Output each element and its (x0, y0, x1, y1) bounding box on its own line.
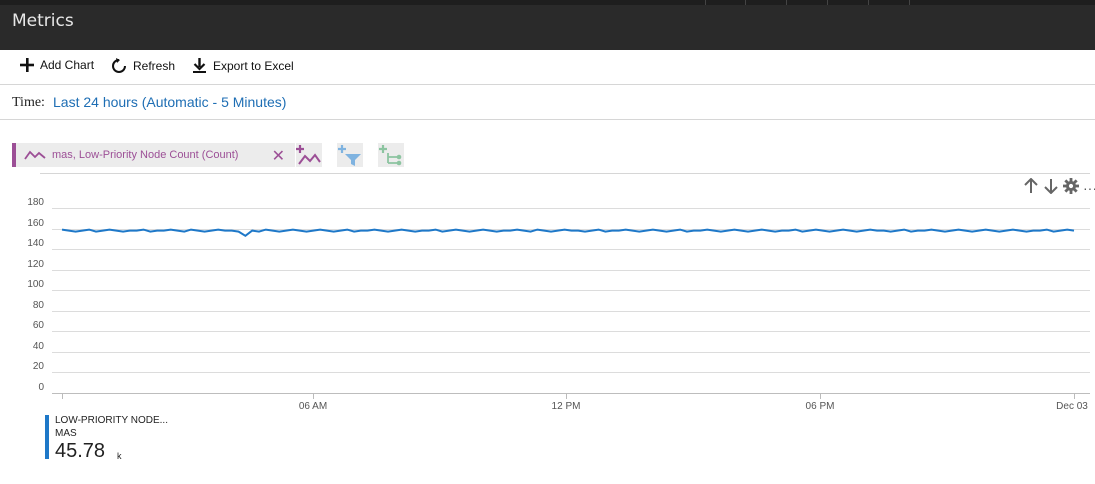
legend-value: 45.78 (55, 440, 106, 462)
header-divider (786, 0, 787, 5)
add-filter-button[interactable] (337, 143, 363, 167)
gridline (52, 249, 1090, 250)
filter-add-icon (338, 145, 361, 166)
y-tick-label: 20 (32, 361, 44, 372)
split-add-icon (379, 145, 402, 166)
metric-chip[interactable]: mas, Low-Priority Node Count (Count) ✕ (12, 143, 295, 167)
plus-icon (20, 58, 34, 72)
download-icon (193, 58, 206, 73)
x-tick-mark (1074, 393, 1075, 399)
x-axis-line (52, 393, 1090, 394)
export-label: Export to Excel (213, 58, 294, 73)
x-tick-label: 12 PM (551, 401, 581, 412)
line-chart-add-icon (296, 145, 321, 165)
apply-splitting-button[interactable] (378, 143, 404, 167)
y-tick-label: 0 (38, 382, 44, 393)
close-icon[interactable]: ✕ (272, 146, 285, 166)
x-tick-mark (566, 393, 567, 399)
more-icon[interactable]: ··· (1083, 180, 1095, 196)
gridline (52, 331, 1090, 332)
top-strip (0, 0, 1095, 5)
blade-header: Metrics (0, 0, 1095, 50)
legend-color-bar (45, 415, 49, 459)
move-up-button[interactable] (1024, 177, 1038, 199)
gear-icon (1063, 178, 1079, 194)
refresh-button[interactable]: Refresh (111, 58, 175, 74)
header-divider (705, 0, 706, 5)
x-tick-label: Dec 03 (1056, 401, 1088, 412)
y-tick-label: 40 (32, 341, 44, 352)
legend-metric-name: LOW-PRIORITY NODE... (55, 415, 168, 426)
y-tick-label: 160 (27, 218, 44, 229)
legend-unit: k (117, 451, 122, 461)
gridline (52, 352, 1090, 353)
add-metric-button[interactable] (296, 143, 322, 167)
header-divider (909, 0, 910, 5)
x-tick-mark (820, 393, 821, 399)
y-tick-label: 180 (27, 197, 44, 208)
gridline (52, 290, 1090, 291)
time-label: Time: (12, 95, 45, 110)
chart-settings-button[interactable] (1063, 178, 1079, 199)
time-range-row: Time: Last 24 hours (Automatic - 5 Minut… (0, 85, 1095, 120)
refresh-icon (112, 58, 126, 73)
x-tick-label: 06 AM (298, 401, 328, 412)
command-bar: Add Chart Refresh Export to Excel (0, 50, 1095, 85)
header-divider (827, 0, 828, 5)
y-tick-label: 60 (32, 320, 44, 331)
blade-title: Metrics (12, 11, 74, 31)
legend-resource-name: MAS (55, 428, 77, 439)
gridline (52, 208, 1090, 209)
line-chart-icon (24, 150, 46, 160)
export-button[interactable]: Export to Excel (192, 58, 294, 73)
gridline (52, 311, 1090, 312)
section-divider (40, 173, 1090, 174)
header-divider (745, 0, 746, 5)
gridline (52, 229, 1090, 230)
arrow-down-icon (1044, 179, 1058, 195)
time-range-link[interactable]: Last 24 hours (Automatic - 5 Minutes) (53, 94, 286, 110)
add-chart-button[interactable]: Add Chart (20, 58, 94, 72)
y-tick-label: 120 (27, 259, 44, 270)
move-down-button[interactable] (1044, 178, 1058, 199)
x-tick-mark (313, 393, 314, 399)
series-line (61, 228, 1075, 238)
refresh-label: Refresh (133, 59, 176, 73)
x-tick-label: 06 PM (805, 401, 835, 412)
y-tick-label: 140 (27, 238, 44, 249)
header-divider (868, 0, 869, 5)
x-tick-mark (62, 393, 63, 399)
metric-chip-label: mas, Low-Priority Node Count (Count) (52, 149, 239, 161)
add-chart-label: Add Chart (40, 58, 95, 72)
arrow-up-icon (1024, 177, 1038, 193)
y-tick-label: 100 (27, 279, 44, 290)
gridline (52, 372, 1090, 373)
y-tick-label: 80 (32, 300, 44, 311)
gridline (52, 270, 1090, 271)
